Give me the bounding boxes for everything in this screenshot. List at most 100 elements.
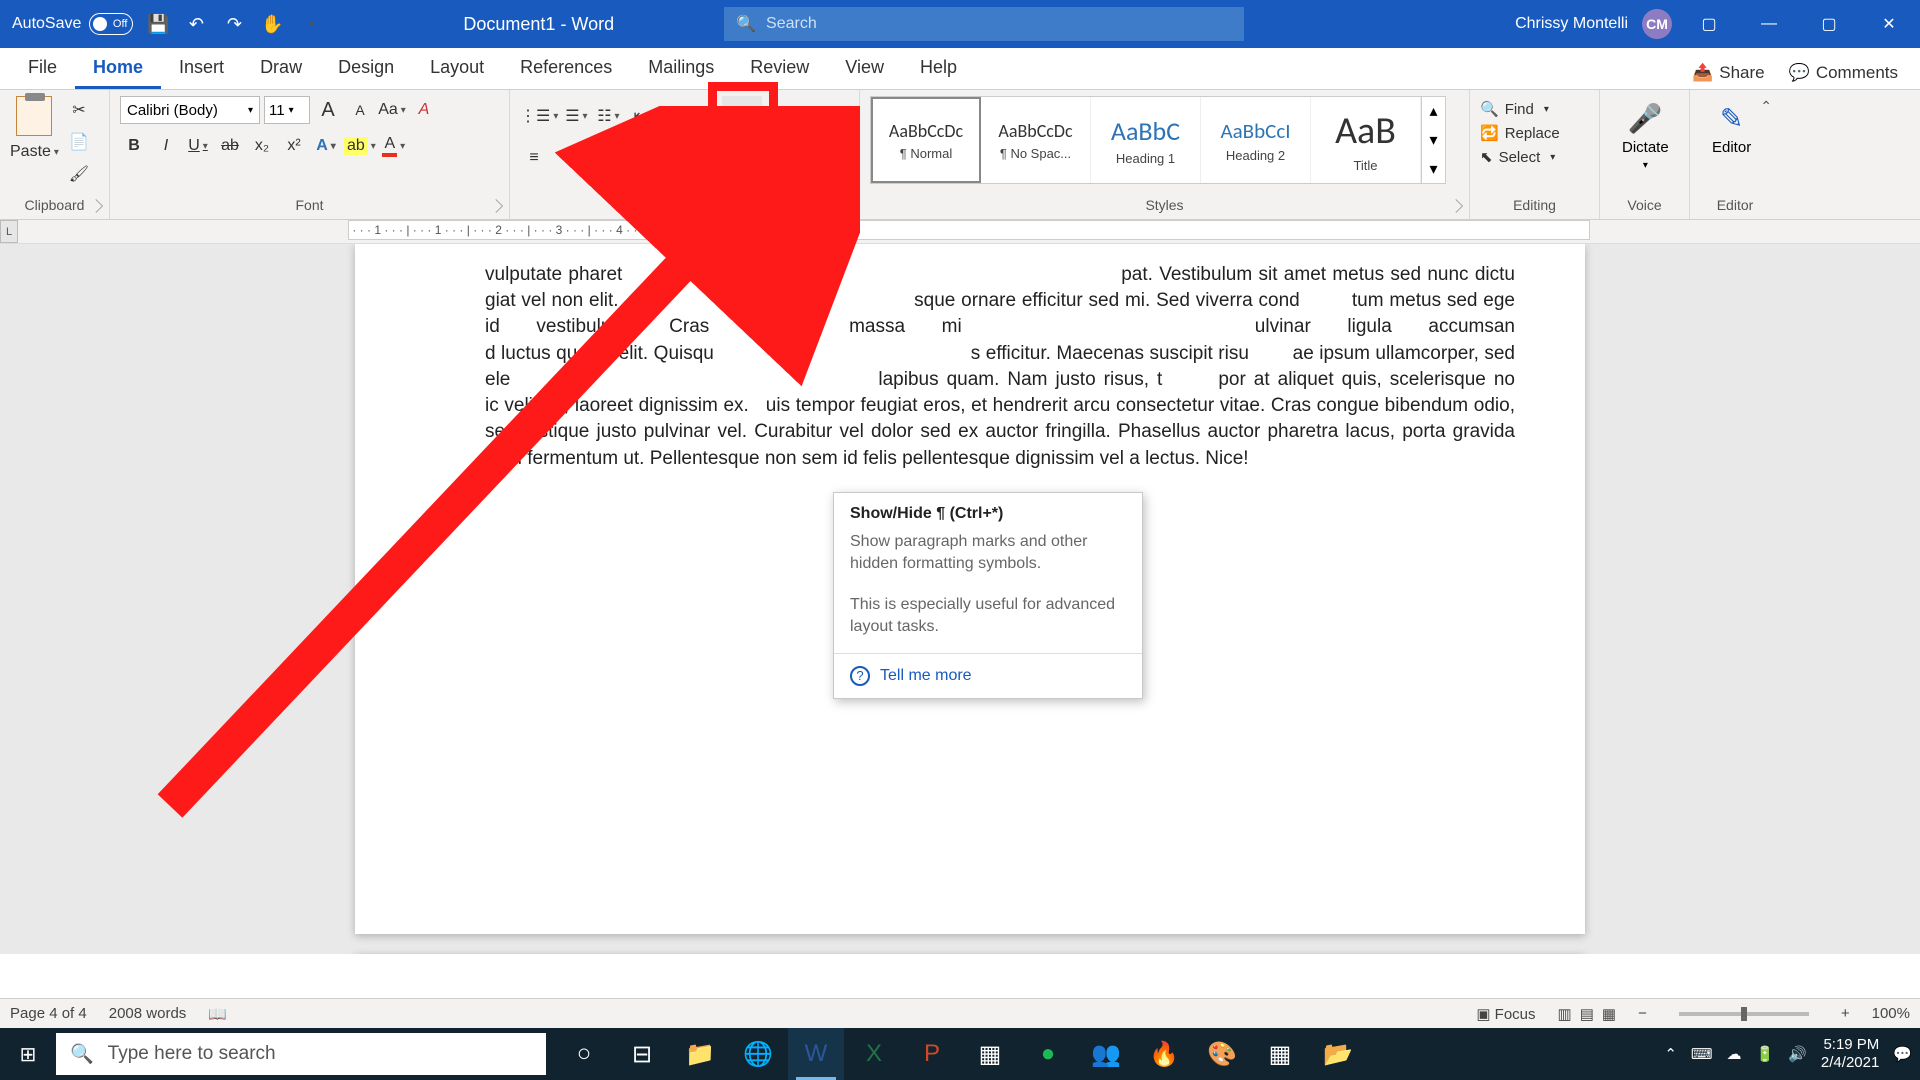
superscript-button[interactable]: x² bbox=[280, 132, 308, 160]
tray-onedrive-icon[interactable]: ☁ bbox=[1727, 1045, 1742, 1063]
replace-button[interactable]: 🔁Replace bbox=[1480, 124, 1560, 142]
strikethrough-button[interactable]: ab bbox=[216, 132, 244, 160]
align-center-icon[interactable]: ≡ bbox=[552, 144, 580, 172]
cortana-icon[interactable]: ○ bbox=[556, 1028, 612, 1080]
zoom-out-icon[interactable]: − bbox=[1638, 1005, 1647, 1022]
explorer-icon[interactable]: 📂 bbox=[1310, 1028, 1366, 1080]
web-layout-icon[interactable]: ▦ bbox=[1602, 1005, 1616, 1023]
increase-indent-icon[interactable]: ⇥ bbox=[658, 102, 686, 130]
search-box[interactable]: 🔍 Search bbox=[724, 7, 1244, 41]
style-normal[interactable]: AaBbCcDc ¶ Normal bbox=[871, 97, 981, 183]
showhide-button[interactable]: ¶ bbox=[722, 96, 762, 136]
tray-chevron-icon[interactable]: ⌃ bbox=[1664, 1045, 1677, 1063]
bold-button[interactable]: B bbox=[120, 132, 148, 160]
tray-volume-icon[interactable]: 🔊 bbox=[1788, 1045, 1807, 1063]
tab-home[interactable]: Home bbox=[75, 47, 161, 89]
taskbar-search[interactable]: 🔍 Type here to search bbox=[56, 1033, 546, 1075]
line-spacing-icon[interactable]: ↕ bbox=[648, 144, 676, 172]
tab-draw[interactable]: Draw bbox=[242, 47, 320, 89]
editor-button[interactable]: ✎ Editor bbox=[1700, 96, 1763, 162]
horizontal-ruler[interactable]: · · · 1 · · · | · · · 1 · · · | · · · 2 … bbox=[348, 220, 1590, 240]
text-effects-icon[interactable]: A bbox=[312, 132, 340, 160]
styles-gallery[interactable]: AaBbCcDc ¶ Normal AaBbCcDc ¶ No Spac... … bbox=[870, 96, 1446, 184]
chrome-icon[interactable]: 🌐 bbox=[730, 1028, 786, 1080]
collapse-ribbon-icon[interactable]: ⌃ bbox=[1760, 98, 1772, 115]
focus-mode-button[interactable]: ▣ Focus bbox=[1476, 1005, 1535, 1023]
align-right-icon[interactable]: ≡ bbox=[584, 144, 612, 172]
calendar-icon[interactable]: ▦ bbox=[962, 1028, 1018, 1080]
tray-battery-icon[interactable]: 🔋 bbox=[1756, 1045, 1775, 1063]
qat-customize-icon[interactable] bbox=[297, 11, 323, 37]
align-left-icon[interactable]: ≡ bbox=[520, 144, 548, 172]
tab-selector[interactable]: L bbox=[0, 220, 18, 243]
document-area[interactable]: vulputate pharet dunt. Integer pat. Vest… bbox=[0, 244, 1920, 954]
numbering-icon[interactable]: ☰ bbox=[562, 102, 590, 130]
word-icon[interactable]: W bbox=[788, 1028, 844, 1080]
grow-font-icon[interactable]: A bbox=[314, 96, 342, 124]
save-icon[interactable]: 💾 bbox=[145, 11, 171, 37]
underline-button[interactable]: U bbox=[184, 132, 212, 160]
print-layout-icon[interactable]: ▤ bbox=[1580, 1005, 1594, 1023]
undo-icon[interactable]: ↶ bbox=[183, 11, 209, 37]
tab-review[interactable]: Review bbox=[732, 47, 827, 89]
shrink-font-icon[interactable]: A bbox=[346, 96, 374, 124]
maximize-icon[interactable]: ▢ bbox=[1806, 4, 1852, 44]
paste-icon[interactable] bbox=[16, 96, 52, 136]
highlight-icon[interactable]: ab bbox=[344, 132, 376, 160]
style-heading2[interactable]: AaBbCcI Heading 2 bbox=[1201, 97, 1311, 183]
sort-icon[interactable]: A↓ bbox=[690, 102, 718, 130]
decrease-indent-icon[interactable]: ⇤ bbox=[626, 102, 654, 130]
tab-help[interactable]: Help bbox=[902, 47, 975, 89]
select-button[interactable]: ⬉Select▾ bbox=[1480, 148, 1560, 166]
zoom-slider[interactable] bbox=[1679, 1012, 1809, 1016]
cut-icon[interactable]: ✂ bbox=[65, 96, 93, 124]
zoom-in-icon[interactable]: + bbox=[1841, 1005, 1850, 1022]
user-name[interactable]: Chrissy Montelli bbox=[1515, 15, 1628, 33]
change-case-icon[interactable]: Aa bbox=[378, 96, 406, 124]
clear-format-icon[interactable]: A bbox=[410, 96, 438, 124]
bullets-icon[interactable]: ⋮☰ bbox=[520, 102, 558, 130]
multilevel-icon[interactable]: ☷ bbox=[594, 102, 622, 130]
share-button[interactable]: 📤Share bbox=[1680, 57, 1777, 89]
tab-layout[interactable]: Layout bbox=[412, 47, 502, 89]
app-icon[interactable]: 🔥 bbox=[1136, 1028, 1192, 1080]
spellcheck-icon[interactable]: 📖 bbox=[208, 1005, 227, 1023]
start-button[interactable]: ⊞ bbox=[0, 1028, 56, 1080]
copy-icon[interactable]: 📄 bbox=[65, 128, 93, 156]
style-no-spacing[interactable]: AaBbCcDc ¶ No Spac... bbox=[981, 97, 1091, 183]
tab-design[interactable]: Design bbox=[320, 47, 412, 89]
font-name-select[interactable]: Calibri (Body)▾ bbox=[120, 96, 260, 124]
redo-icon[interactable]: ↷ bbox=[221, 11, 247, 37]
borders-icon[interactable]: ▦ bbox=[712, 144, 740, 172]
comments-button[interactable]: 💬Comments bbox=[1777, 57, 1910, 89]
font-color-icon[interactable]: A bbox=[380, 132, 408, 160]
style-title[interactable]: AaB Title bbox=[1311, 97, 1421, 183]
ribbon-display-icon[interactable]: ▢ bbox=[1686, 4, 1732, 44]
dictate-button[interactable]: 🎤 Dictate ▾ bbox=[1610, 96, 1681, 177]
tell-me-more-link[interactable]: ? Tell me more bbox=[834, 654, 1142, 698]
user-avatar[interactable]: CM bbox=[1642, 9, 1672, 39]
document-text[interactable]: vulputate pharet dunt. Integer pat. Vest… bbox=[485, 262, 1515, 472]
close-icon[interactable]: ✕ bbox=[1866, 4, 1912, 44]
styles-more-icon[interactable]: ▴▾▾ bbox=[1421, 97, 1445, 183]
task-view-icon[interactable]: ⊟ bbox=[614, 1028, 670, 1080]
font-size-select[interactable]: 11▾ bbox=[264, 96, 310, 124]
tray-keyboard-icon[interactable]: ⌨ bbox=[1691, 1045, 1713, 1063]
style-heading1[interactable]: AaBbC Heading 1 bbox=[1091, 97, 1201, 183]
touch-mode-icon[interactable]: ✋ bbox=[259, 11, 285, 37]
minimize-icon[interactable]: — bbox=[1746, 4, 1792, 44]
spotify-icon[interactable]: ● bbox=[1020, 1028, 1076, 1080]
read-mode-icon[interactable]: ▥ bbox=[1558, 1005, 1572, 1023]
tab-view[interactable]: View bbox=[827, 47, 902, 89]
excel-icon[interactable]: X bbox=[846, 1028, 902, 1080]
tab-mailings[interactable]: Mailings bbox=[630, 47, 732, 89]
tab-references[interactable]: References bbox=[502, 47, 630, 89]
format-painter-icon[interactable]: 🖌 bbox=[65, 160, 93, 188]
autosave-toggle[interactable]: AutoSave Off bbox=[12, 13, 133, 35]
tab-file[interactable]: File bbox=[10, 47, 75, 89]
teams-icon[interactable]: 👥 bbox=[1078, 1028, 1134, 1080]
justify-icon[interactable]: ≡ bbox=[616, 144, 644, 172]
file-explorer-icon[interactable]: 📁 bbox=[672, 1028, 728, 1080]
italic-button[interactable]: I bbox=[152, 132, 180, 160]
app2-icon[interactable]: ▦ bbox=[1252, 1028, 1308, 1080]
